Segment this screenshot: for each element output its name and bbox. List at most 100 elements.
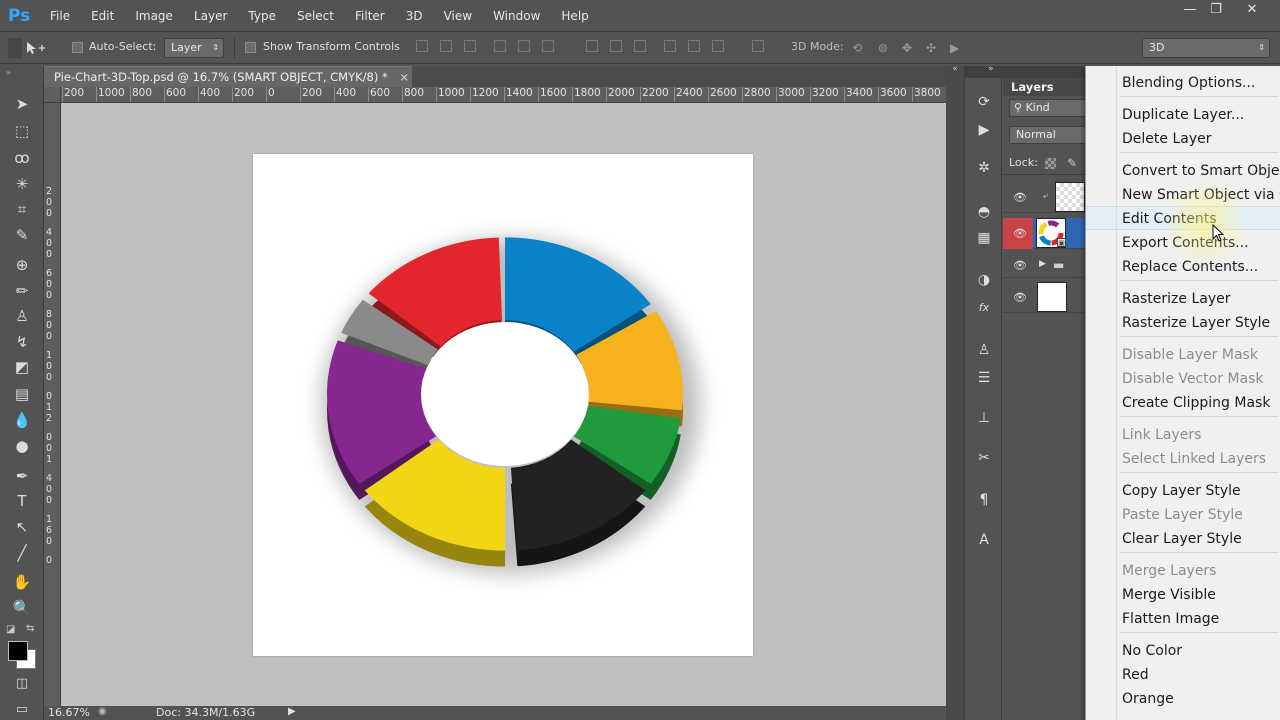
3d-roll-icon[interactable]: ⊚ bbox=[878, 41, 888, 55]
menu-view[interactable]: View bbox=[444, 9, 472, 23]
menu-type[interactable]: Type bbox=[248, 9, 276, 23]
maximize-button[interactable]: ❐ bbox=[1202, 0, 1230, 20]
layer-row[interactable]: 👁 ⤶ bbox=[1003, 182, 1085, 213]
visibility-eye-icon[interactable]: 👁 bbox=[1011, 191, 1029, 205]
lasso-tool-icon[interactable]: ꝏ bbox=[10, 148, 34, 168]
3d-scale-icon[interactable]: ▶ bbox=[950, 41, 959, 55]
zoom-tool-icon[interactable]: 🔍 bbox=[10, 598, 34, 618]
swatches-panel-icon[interactable]: ▦ bbox=[973, 228, 995, 248]
visibility-eye-icon[interactable]: 👁 bbox=[1011, 291, 1029, 305]
healing-brush-tool-icon[interactable]: ⊕ bbox=[10, 255, 34, 275]
blur-tool-icon[interactable]: 💧 bbox=[10, 410, 34, 430]
minimize-button[interactable]: — bbox=[1176, 0, 1204, 20]
menu-item-merge-visible[interactable]: Merge Visible bbox=[1122, 584, 1216, 606]
gradient-tool-icon[interactable]: ▤ bbox=[10, 384, 34, 404]
type-tool-icon[interactable]: T bbox=[10, 491, 34, 511]
collapse-dock-icon[interactable]: « bbox=[946, 64, 964, 74]
character-panel-icon[interactable]: A bbox=[973, 530, 995, 550]
expand-group-icon[interactable]: ▶ bbox=[1039, 259, 1046, 269]
adjustments-panel-icon[interactable]: ◑ bbox=[973, 270, 995, 290]
lock-pixels-icon[interactable]: ✎ bbox=[1067, 156, 1077, 170]
workspace-dropdown[interactable]: 3D ⇕ bbox=[1142, 38, 1270, 58]
align-top-icon[interactable] bbox=[416, 40, 428, 52]
menu-item-create-clipping-mask[interactable]: Create Clipping Mask bbox=[1122, 392, 1270, 414]
swap-colors-icon[interactable]: ⇆ bbox=[26, 623, 34, 634]
layer-row-background[interactable]: 👁 bbox=[1003, 282, 1085, 313]
tool-presets-icon[interactable]: ☰ bbox=[973, 368, 995, 388]
foreground-color-swatch[interactable] bbox=[8, 641, 28, 661]
marquee-tool-icon[interactable]: ⬚ bbox=[10, 121, 34, 141]
menu-file[interactable]: File bbox=[50, 9, 70, 23]
lock-transparent-icon[interactable] bbox=[1045, 158, 1056, 169]
menu-item-rasterize-layer[interactable]: Rasterize Layer bbox=[1122, 288, 1231, 310]
3d-panel-icon[interactable]: ✲ bbox=[973, 158, 995, 178]
menu-item-copy-layer-style[interactable]: Copy Layer Style bbox=[1122, 480, 1241, 502]
brush-panel-icon[interactable]: ♙ bbox=[973, 340, 995, 360]
crop-tool-icon[interactable]: ⌗ bbox=[10, 199, 34, 219]
quick-mask-icon[interactable]: ◫ bbox=[10, 674, 34, 694]
menu-item-delete-layer[interactable]: Delete Layer bbox=[1122, 128, 1211, 150]
distribute-right-icon[interactable] bbox=[712, 40, 724, 52]
pen-tool-icon[interactable]: ✒ bbox=[10, 466, 34, 486]
menu-image[interactable]: Image bbox=[135, 9, 173, 23]
align-bottom-icon[interactable] bbox=[464, 40, 476, 52]
align-left-icon[interactable] bbox=[494, 40, 506, 52]
align-hcenter-icon[interactable] bbox=[518, 40, 530, 52]
show-transform-checkbox[interactable] bbox=[245, 42, 256, 53]
path-selection-tool-icon[interactable]: ↖ bbox=[10, 517, 34, 537]
layer-row-group[interactable]: 👁 ▶ ▬ bbox=[1003, 254, 1085, 278]
clone-source-icon[interactable]: ⊥ bbox=[973, 408, 995, 428]
document-canvas[interactable] bbox=[253, 154, 753, 656]
clone-stamp-tool-icon[interactable]: ♙ bbox=[10, 306, 34, 326]
layer-filter-dropdown[interactable]: ⚲ Kind bbox=[1009, 99, 1087, 117]
menu-edit[interactable]: Edit bbox=[91, 9, 114, 23]
move-tool-icon[interactable]: ➤ bbox=[10, 94, 34, 114]
styles-panel-icon[interactable]: fx bbox=[973, 298, 995, 318]
distribute-bottom-icon[interactable] bbox=[634, 40, 646, 52]
menu-layer[interactable]: Layer bbox=[194, 9, 227, 23]
close-tab-icon[interactable]: × bbox=[399, 70, 409, 84]
default-colors-icon[interactable]: ◪ bbox=[6, 624, 15, 635]
distribute-vcenter-icon[interactable] bbox=[610, 40, 622, 52]
close-window-button[interactable]: ✕ bbox=[1238, 0, 1266, 20]
tools-panel-icon[interactable]: ✂ bbox=[973, 448, 995, 468]
auto-select-dropdown[interactable]: Layer ⇕ bbox=[164, 38, 224, 58]
color-panel-icon[interactable]: ◓ bbox=[973, 202, 995, 222]
distribute-hcenter-icon[interactable] bbox=[688, 40, 700, 52]
menu-item-red[interactable]: Red bbox=[1122, 664, 1149, 686]
menu-item-no-color[interactable]: No Color bbox=[1122, 640, 1182, 662]
menu-item-orange[interactable]: Orange bbox=[1122, 688, 1174, 710]
menu-select[interactable]: Select bbox=[297, 9, 334, 23]
magic-wand-tool-icon[interactable]: ✳ bbox=[10, 174, 34, 194]
dodge-tool-icon[interactable]: ● bbox=[10, 436, 34, 456]
line-tool-icon[interactable]: ╱ bbox=[10, 543, 34, 563]
history-panel-icon[interactable]: ⟳ bbox=[973, 92, 995, 112]
eyedropper-tool-icon[interactable]: ✎ bbox=[10, 225, 34, 245]
menu-3d[interactable]: 3D bbox=[406, 9, 423, 23]
layers-tab[interactable]: Layers bbox=[1003, 78, 1085, 96]
menu-item-blending-options[interactable]: Blending Options... bbox=[1122, 72, 1255, 94]
align-right-icon[interactable] bbox=[542, 40, 554, 52]
document-tab[interactable]: Pie-Chart-3D-Top.psd @ 16.7% (SMART OBJE… bbox=[44, 66, 412, 87]
3d-orbit-icon[interactable]: ⟲ bbox=[852, 41, 862, 55]
auto-select-checkbox[interactable] bbox=[72, 42, 83, 53]
auto-align-icon[interactable] bbox=[752, 40, 764, 52]
layer-row-selected[interactable]: 👁 ▣ bbox=[1003, 218, 1085, 249]
collapse-panels-icon[interactable]: » bbox=[988, 64, 994, 74]
blend-mode-dropdown[interactable]: Normal bbox=[1009, 126, 1087, 144]
history-brush-tool-icon[interactable]: ↯ bbox=[10, 332, 34, 352]
3d-slide-icon[interactable]: ✣ bbox=[926, 41, 936, 55]
distribute-top-icon[interactable] bbox=[586, 40, 598, 52]
align-vcenter-icon[interactable] bbox=[440, 40, 452, 52]
menu-item-rasterize-layer-style[interactable]: Rasterize Layer Style bbox=[1122, 312, 1270, 334]
actions-panel-icon[interactable]: ▶ bbox=[973, 120, 995, 140]
collapse-arrows-icon[interactable]: » bbox=[6, 68, 11, 77]
menu-item-clear-layer-style[interactable]: Clear Layer Style bbox=[1122, 528, 1242, 550]
eraser-tool-icon[interactable]: ◩ bbox=[10, 357, 34, 377]
move-tool-icon[interactable] bbox=[24, 40, 46, 56]
hand-tool-icon[interactable]: ✋ bbox=[10, 572, 34, 592]
ruler-origin[interactable] bbox=[44, 87, 61, 103]
brush-tool-icon[interactable]: ✏ bbox=[10, 281, 34, 301]
screen-mode-icon[interactable]: ▭ bbox=[10, 700, 34, 720]
distribute-left-icon[interactable] bbox=[664, 40, 676, 52]
